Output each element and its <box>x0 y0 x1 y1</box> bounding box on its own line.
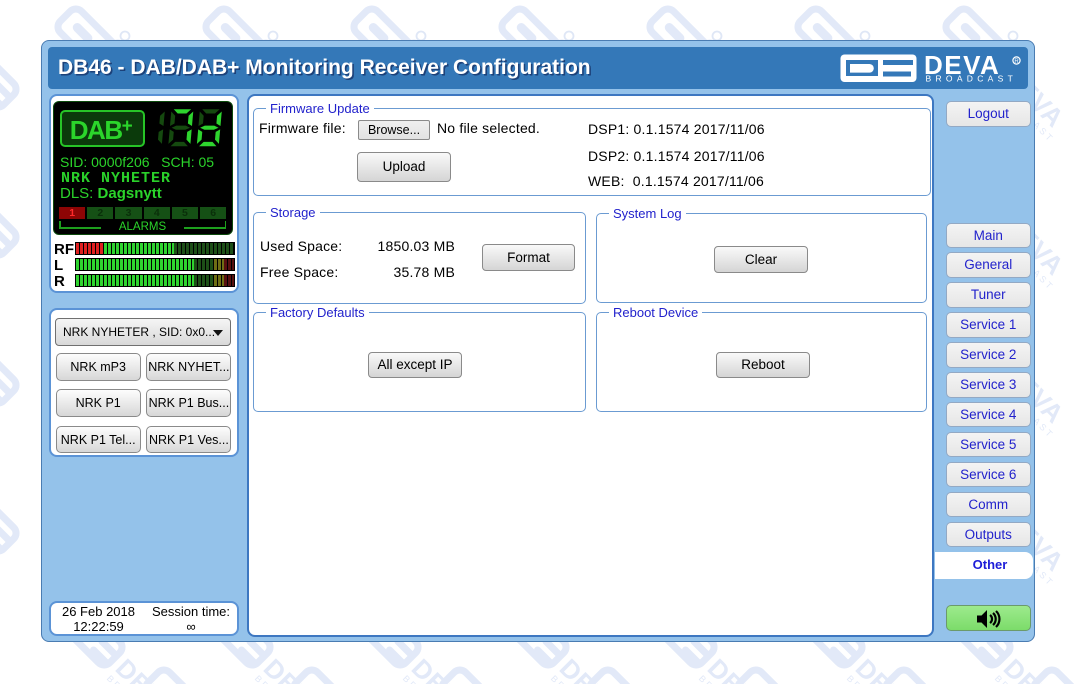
svg-text:BROADCAST: BROADCAST <box>926 74 1018 84</box>
svg-text:R: R <box>1014 59 1019 65</box>
